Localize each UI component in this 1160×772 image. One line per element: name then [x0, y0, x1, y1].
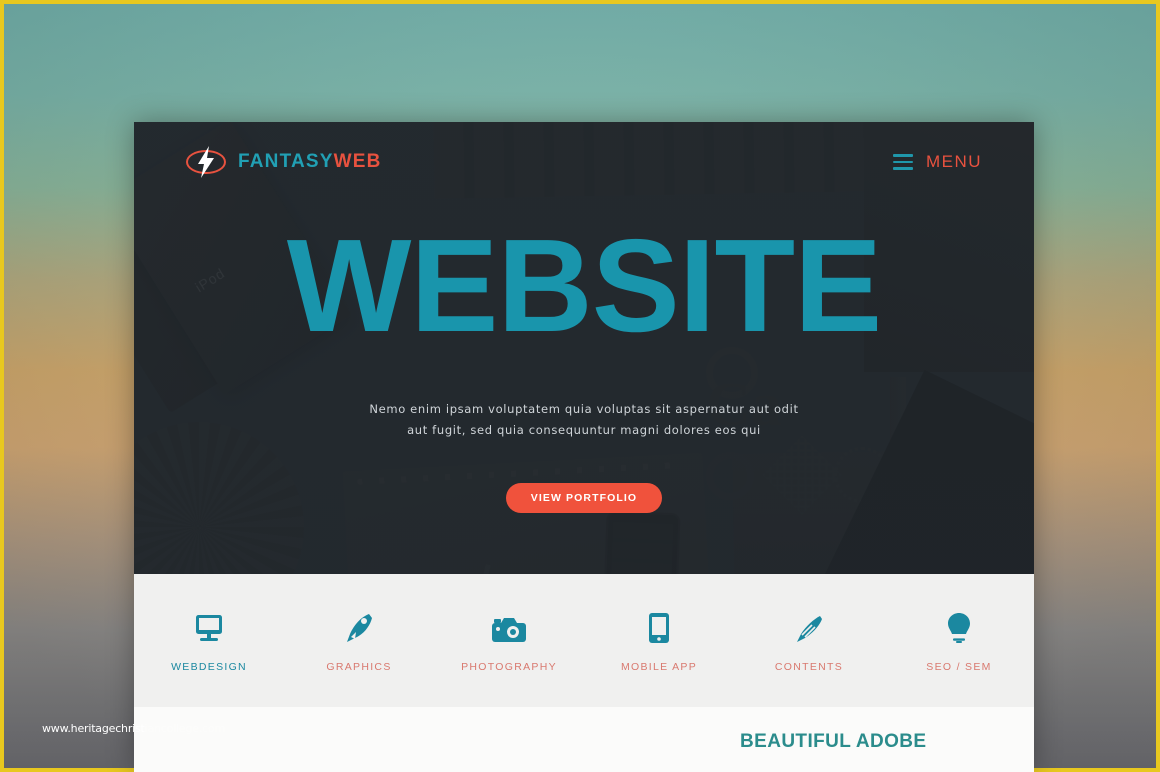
smartphone-icon — [649, 609, 669, 643]
service-label: CONTENTS — [774, 660, 844, 673]
pen-nib-icon — [344, 609, 374, 643]
pencil-icon — [794, 609, 824, 643]
brand-name-part2: WEB — [333, 151, 382, 172]
service-item-graphics[interactable]: GRAPHICS — [284, 609, 434, 673]
camera-icon — [492, 609, 526, 643]
site-navbar: FANTASYWEB MENU — [134, 122, 1034, 202]
watermark-faded: iancollege.com — [144, 722, 226, 735]
service-item-mobile-app[interactable]: MOBILE APP — [584, 609, 734, 673]
service-item-seo-sem[interactable]: SEO / SEM — [884, 609, 1034, 673]
service-item-webdesign[interactable]: WEBDESIGN — [134, 609, 284, 673]
service-label: SEO / SEM — [926, 660, 992, 673]
service-label: WEBDESIGN — [171, 660, 247, 673]
brand-name-part1: FANTASY — [238, 151, 334, 172]
watermark: www.heritagechristiancollege.com — [42, 722, 225, 735]
bottom-heading: BEAUTIFUL ADOBE — [740, 731, 927, 752]
hero-subtitle: Nemo enim ipsam voluptatem quia voluptas… — [369, 399, 798, 442]
website-preview-card: iPod Ca — [134, 122, 1034, 772]
service-label: GRAPHICS — [326, 660, 392, 673]
service-item-photography[interactable]: PHOTOGRAPHY — [434, 609, 584, 673]
hero-subtitle-line1: Nemo enim ipsam voluptatem quia voluptas… — [369, 402, 799, 416]
hero-section: iPod Ca — [134, 122, 1034, 574]
service-item-contents[interactable]: CONTENTS — [734, 609, 884, 673]
brand-wordmark: FANTASYWEB — [238, 151, 382, 173]
brand-logo[interactable]: FANTASYWEB — [186, 146, 382, 178]
view-portfolio-button[interactable]: VIEW PORTFOLIO — [505, 482, 663, 513]
page-canvas: iPod Ca — [0, 0, 1160, 772]
lightning-bolt-icon — [186, 146, 226, 178]
hamburger-icon — [892, 154, 913, 170]
monitor-icon — [194, 609, 224, 643]
menu-label: MENU — [925, 152, 982, 171]
services-bar: WEBDESIGN GRAPHICS PHOTOGRAPHY MOBILE AP… — [134, 574, 1034, 707]
hero-subtitle-line2: aut fugit, sed quia consequuntur magni d… — [407, 423, 761, 438]
watermark-visible: www.heritagechrist — [42, 722, 145, 735]
service-label: PHOTOGRAPHY — [461, 660, 557, 673]
lightbulb-icon — [948, 609, 970, 643]
service-label: MOBILE APP — [620, 660, 698, 673]
menu-button[interactable]: MENU — [892, 152, 982, 172]
hero-title: WEBSITE — [286, 212, 882, 359]
bottom-section: BEAUTIFUL ADOBE — [134, 707, 1034, 772]
